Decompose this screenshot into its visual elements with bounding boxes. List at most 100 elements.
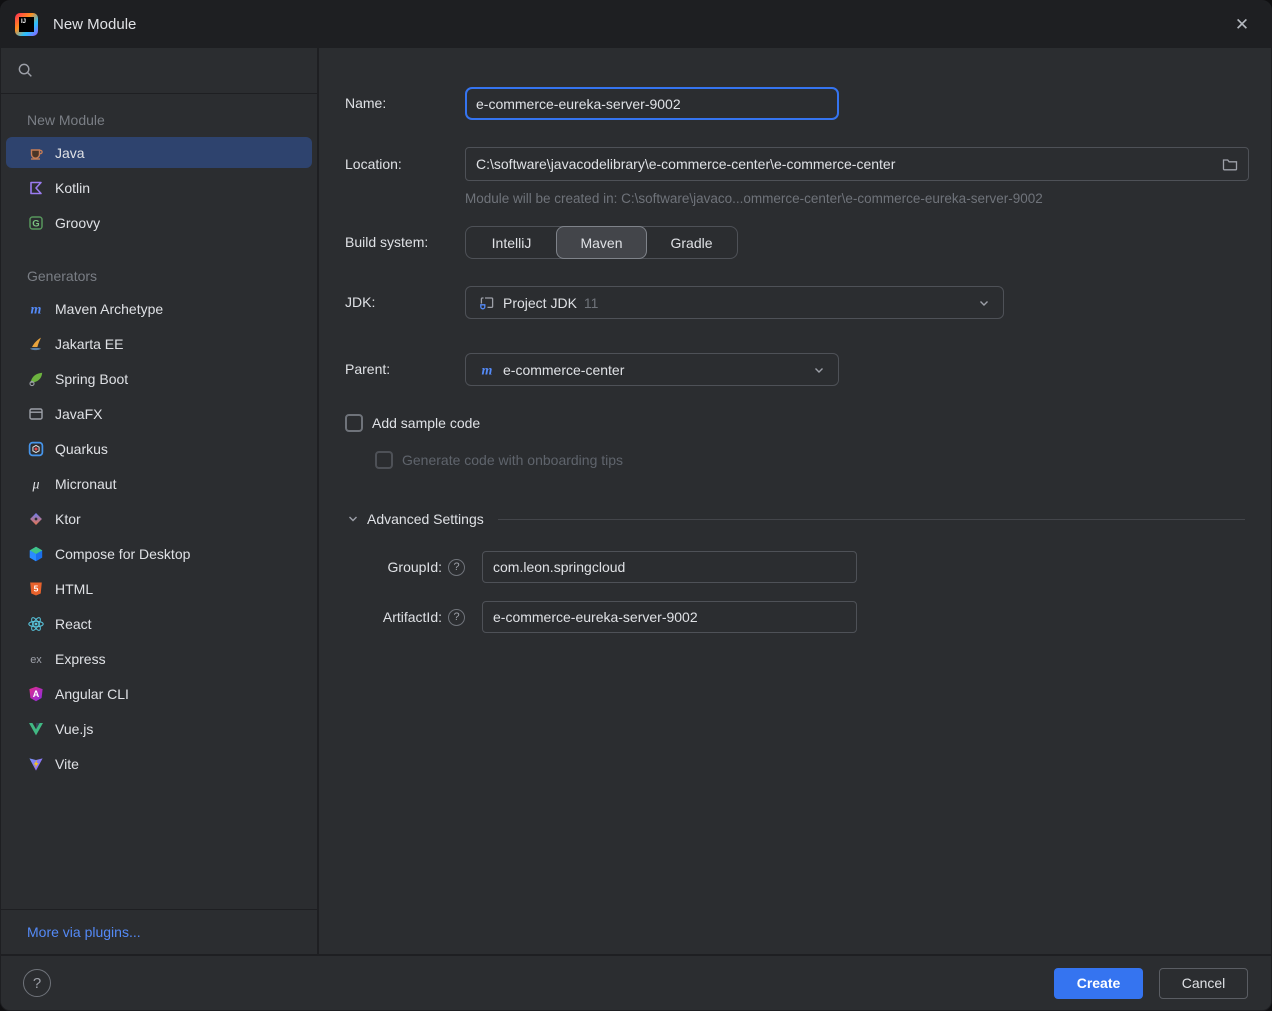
search-icon	[17, 62, 34, 79]
sidebar-item-ktor[interactable]: Ktor	[6, 503, 312, 534]
build-option-intellij[interactable]: IntelliJ	[466, 227, 557, 258]
sidebar-item-javafx[interactable]: JavaFX	[6, 398, 312, 429]
sidebar-item-label: Micronaut	[55, 476, 116, 492]
sidebar-item-compose-for-desktop[interactable]: Compose for Desktop	[6, 538, 312, 569]
sidebar-item-label: Express	[55, 651, 106, 667]
help-icon[interactable]: ?	[448, 559, 465, 576]
sidebar-item-spring-boot[interactable]: Spring Boot	[6, 363, 312, 394]
jdk-label: JDK:	[345, 286, 375, 319]
jdk-icon	[478, 294, 496, 312]
jakarta-ee-icon	[27, 335, 45, 353]
help-icon[interactable]: ?	[448, 609, 465, 626]
separator-line	[498, 519, 1245, 520]
titlebar: IJ New Module ✕	[1, 1, 1271, 48]
location-field-wrap	[465, 147, 1249, 181]
footer: ? Create Cancel	[1, 954, 1271, 1010]
sidebar-item-groovy[interactable]: G Groovy	[6, 207, 312, 238]
sidebar-item-label: Compose for Desktop	[55, 546, 190, 562]
name-input[interactable]	[465, 87, 839, 120]
build-option-maven[interactable]: Maven	[556, 226, 647, 259]
artifactid-row: ArtifactId: ?	[319, 601, 857, 633]
cancel-button[interactable]: Cancel	[1159, 968, 1248, 999]
new-module-dialog: IJ New Module ✕ New Module	[0, 0, 1272, 1011]
parent-select[interactable]: m e-commerce-center	[465, 353, 839, 386]
chevron-down-icon	[977, 296, 991, 310]
jdk-select[interactable]: Project JDK 11	[465, 286, 1004, 319]
section-header-new-module: New Module	[6, 108, 312, 137]
sidebar-item-label: Maven Archetype	[55, 301, 163, 317]
build-option-gradle[interactable]: Gradle	[646, 227, 737, 258]
vite-icon	[27, 755, 45, 773]
sidebar-item-label: Vite	[55, 756, 79, 772]
vue-icon	[27, 720, 45, 738]
sidebar-item-label: Quarkus	[55, 441, 108, 457]
maven-icon: m	[27, 300, 45, 318]
kotlin-icon	[27, 179, 45, 197]
quarkus-icon	[27, 440, 45, 458]
svg-text:A: A	[33, 689, 40, 699]
sidebar-nav: New Module Java Kotlin	[1, 94, 317, 909]
help-icon[interactable]: ?	[23, 969, 51, 997]
compose-icon	[27, 545, 45, 563]
sidebar-item-quarkus[interactable]: Quarkus	[6, 433, 312, 464]
sidebar: New Module Java Kotlin	[1, 48, 319, 954]
sidebar-item-kotlin[interactable]: Kotlin	[6, 172, 312, 203]
artifactid-input[interactable]	[482, 601, 857, 633]
sidebar-item-angular-cli[interactable]: A Angular CLI	[6, 678, 312, 709]
svg-text:m: m	[31, 302, 42, 317]
sidebar-item-jakarta-ee[interactable]: Jakarta EE	[6, 328, 312, 359]
html5-icon: 5	[27, 580, 45, 598]
create-button[interactable]: Create	[1054, 968, 1143, 999]
sidebar-item-label: Angular CLI	[55, 686, 129, 702]
sidebar-item-vuejs[interactable]: Vue.js	[6, 713, 312, 744]
sidebar-item-maven-archetype[interactable]: m Maven Archetype	[6, 293, 312, 324]
sidebar-bottom: More via plugins...	[1, 909, 317, 954]
sidebar-item-label: Groovy	[55, 215, 100, 231]
checkbox-label: Add sample code	[372, 415, 480, 431]
java-icon	[27, 144, 45, 162]
onboarding-tips-checkbox: Generate code with onboarding tips	[375, 451, 623, 469]
sidebar-item-label: Spring Boot	[55, 371, 128, 387]
location-label: Location:	[345, 147, 402, 181]
checkbox-box	[375, 451, 393, 469]
advanced-settings-title: Advanced Settings	[367, 511, 484, 527]
groupid-row: GroupId: ?	[319, 551, 857, 583]
location-input[interactable]	[465, 147, 1249, 181]
sidebar-item-vite[interactable]: Vite	[6, 748, 312, 779]
search-field[interactable]	[1, 48, 317, 94]
javafx-icon	[27, 405, 45, 423]
chevron-down-icon	[347, 513, 359, 525]
react-icon	[27, 615, 45, 633]
sidebar-item-react[interactable]: React	[6, 608, 312, 639]
intellij-logo-icon: IJ	[15, 13, 38, 36]
add-sample-code-checkbox[interactable]: Add sample code	[345, 414, 480, 432]
groupid-input[interactable]	[482, 551, 857, 583]
jdk-value: Project JDK	[503, 295, 577, 311]
close-icon[interactable]: ✕	[1227, 10, 1257, 40]
checkbox-label: Generate code with onboarding tips	[402, 452, 623, 468]
name-label: Name:	[345, 87, 386, 120]
sidebar-item-label: Vue.js	[55, 721, 93, 737]
groupid-label: GroupId:	[388, 559, 442, 575]
sidebar-item-java[interactable]: Java	[6, 137, 312, 168]
chevron-down-icon	[812, 363, 826, 377]
footer-buttons: Create Cancel	[1054, 968, 1248, 999]
more-via-plugins-link[interactable]: More via plugins...	[27, 924, 141, 940]
name-field-wrap	[465, 87, 839, 120]
spring-boot-icon	[27, 370, 45, 388]
svg-text:m: m	[482, 363, 493, 378]
svg-text:G: G	[32, 218, 39, 229]
sidebar-item-express[interactable]: ex Express	[6, 643, 312, 674]
advanced-settings-header[interactable]: Advanced Settings	[347, 511, 1245, 527]
folder-browse-icon[interactable]	[1221, 155, 1239, 173]
sidebar-item-micronaut[interactable]: μ Micronaut	[6, 468, 312, 499]
artifactid-label: ArtifactId:	[383, 609, 442, 625]
groovy-icon: G	[27, 214, 45, 232]
angular-icon: A	[27, 685, 45, 703]
express-icon: ex	[27, 650, 45, 668]
section-header-generators: Generators	[6, 242, 312, 293]
sidebar-item-label: JavaFX	[55, 406, 102, 422]
sidebar-item-html[interactable]: 5 HTML	[6, 573, 312, 604]
jdk-version: 11	[584, 295, 599, 311]
sidebar-item-label: Ktor	[55, 511, 81, 527]
